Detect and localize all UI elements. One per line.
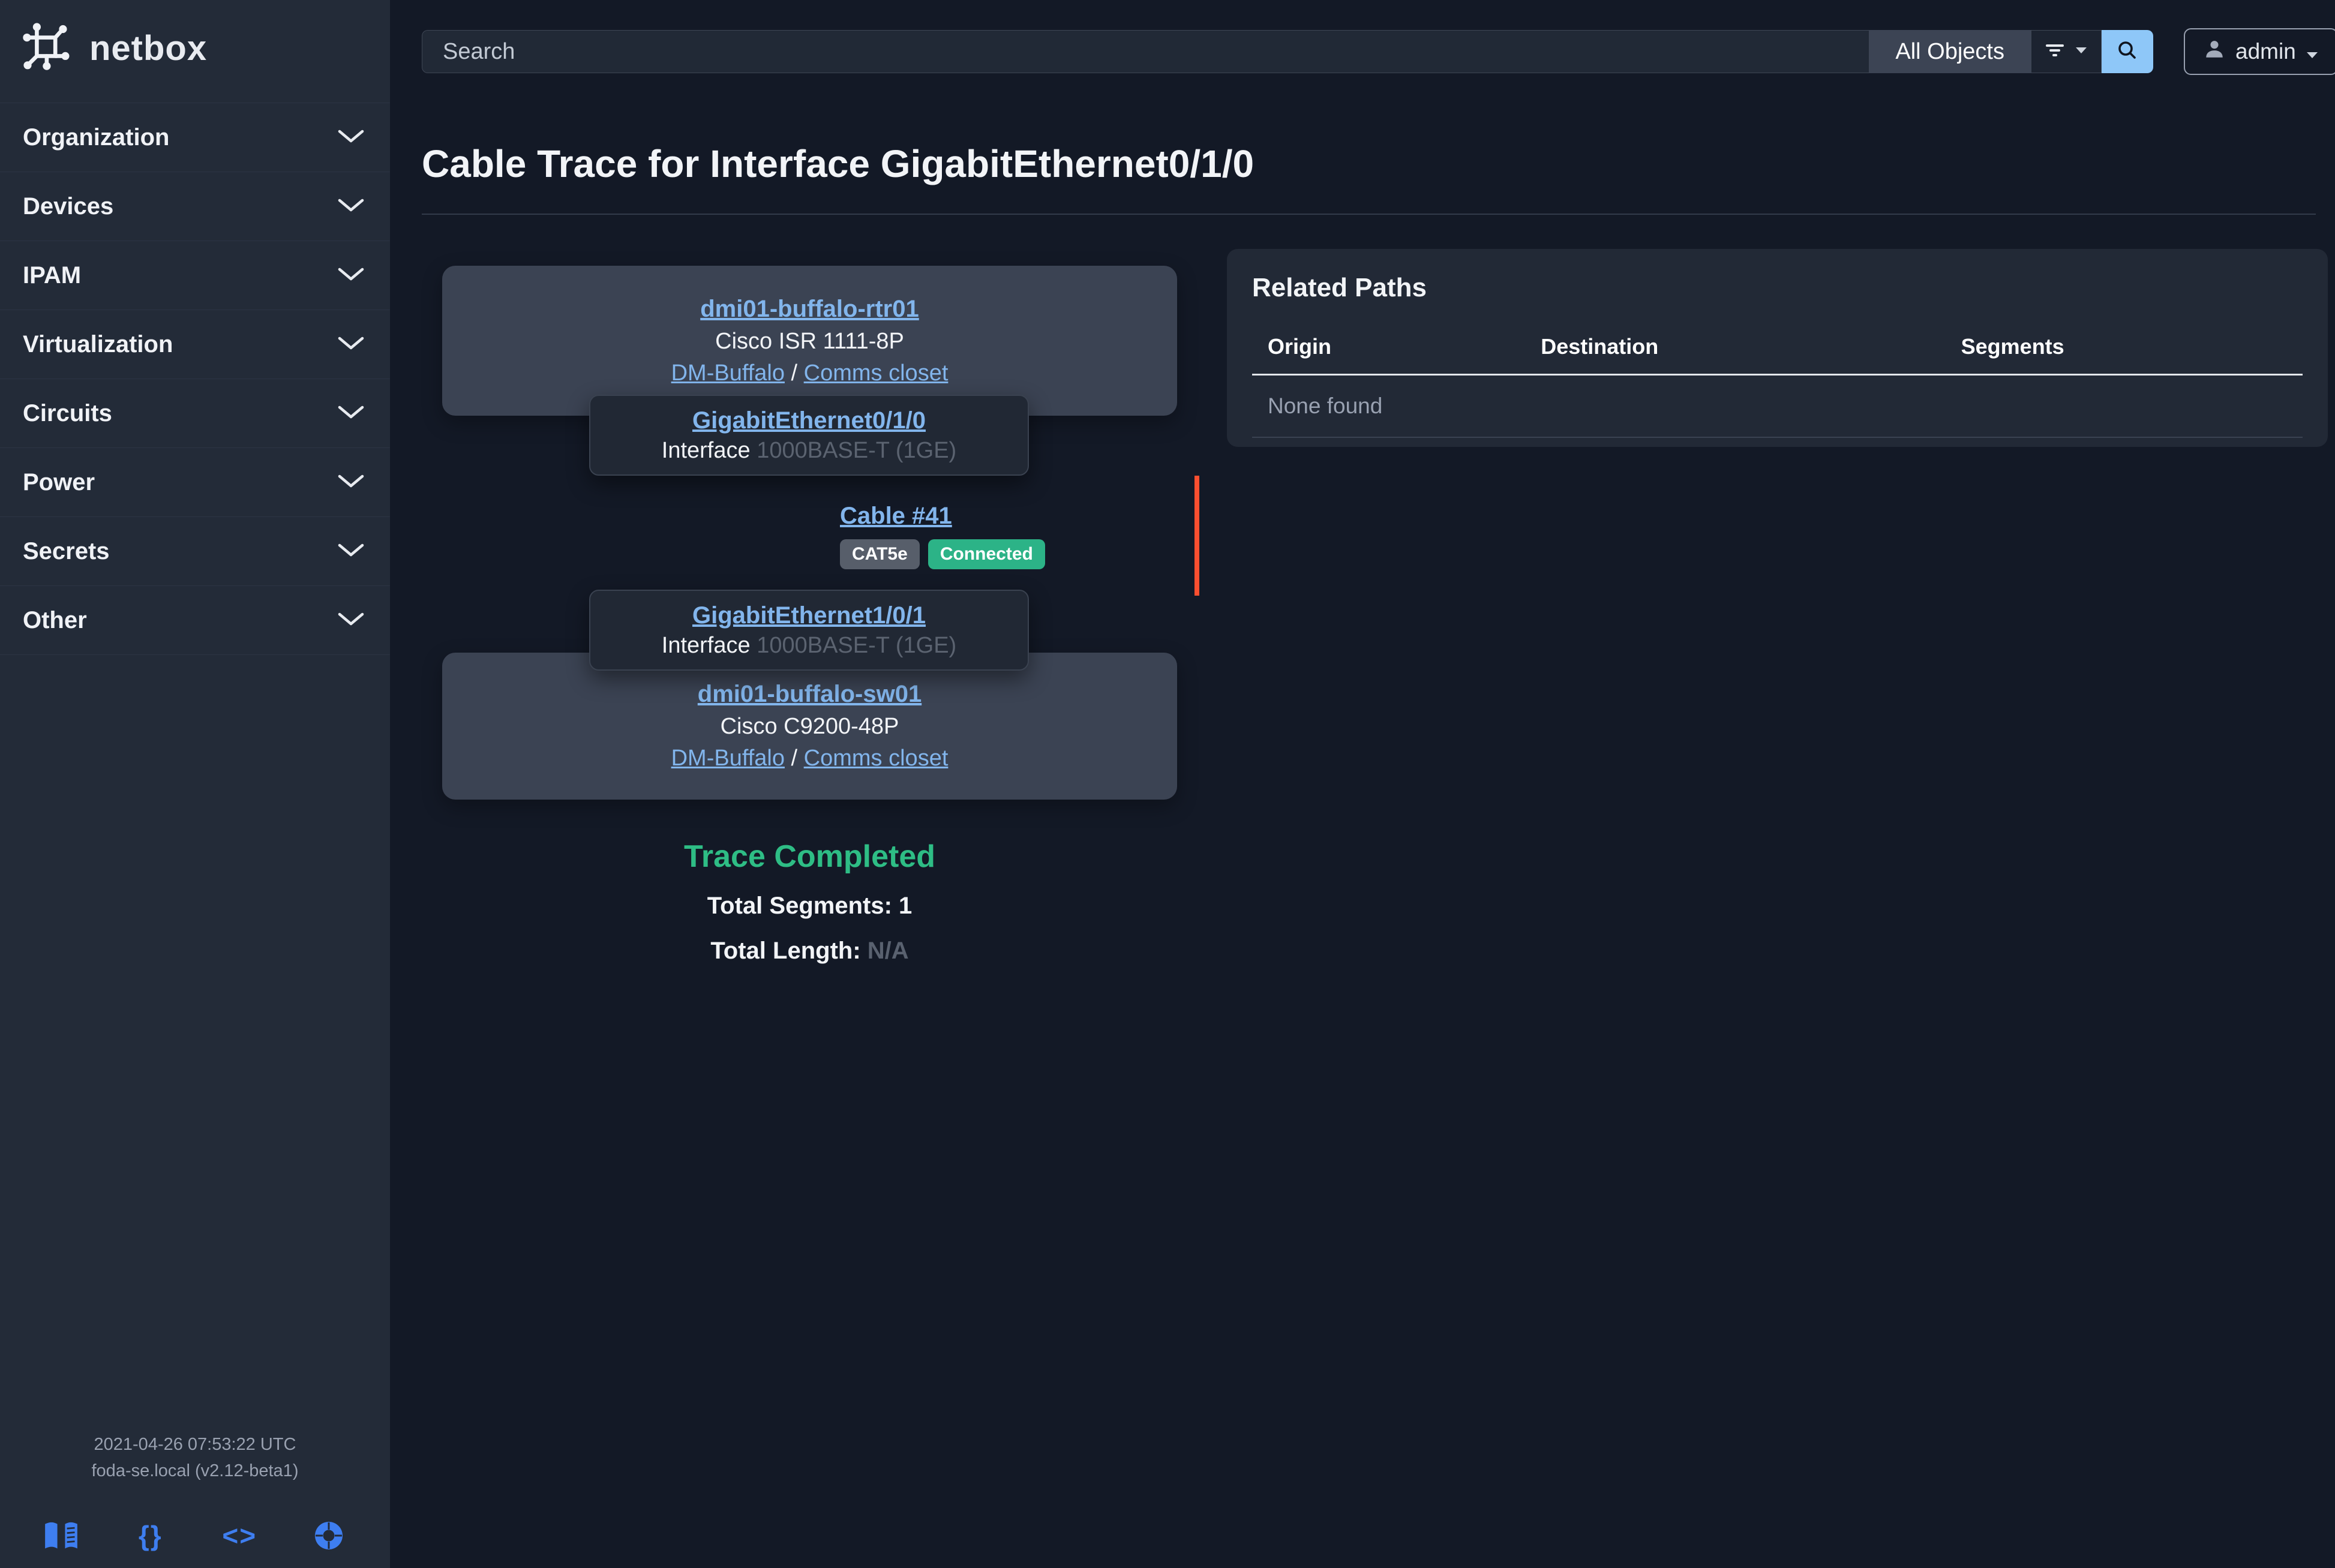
sidebar-item-circuits[interactable]: Circuits bbox=[0, 379, 390, 448]
trace-interface-far: GigabitEthernet1/0/1 Interface 1000BASE-… bbox=[589, 590, 1029, 671]
trace-device-far: dmi01-buffalo-sw01 Cisco C9200-48P DM-Bu… bbox=[442, 653, 1177, 800]
sidebar-item-ipam[interactable]: IPAM bbox=[0, 241, 390, 310]
search-icon bbox=[2115, 38, 2140, 66]
cable-trace-line bbox=[1194, 476, 1199, 596]
cable-badges: CAT5e Connected bbox=[840, 539, 1045, 569]
netbox-logo-icon bbox=[21, 20, 74, 76]
search-input[interactable] bbox=[422, 30, 1869, 73]
main-content: All Objects bbox=[390, 0, 2335, 1568]
chevron-down-icon bbox=[337, 335, 365, 354]
docs-book-icon[interactable] bbox=[17, 1521, 106, 1551]
netbox-logo[interactable]: netbox bbox=[0, 0, 390, 94]
site-link[interactable]: DM-Buffalo bbox=[671, 361, 785, 386]
device-location: DM-Buffalo / Comms closet bbox=[671, 746, 949, 771]
chevron-down-icon bbox=[337, 128, 365, 147]
chevron-down-icon bbox=[337, 197, 365, 216]
sidebar-menu: Organization Devices IPAM Virtualization… bbox=[0, 103, 390, 655]
related-paths-title: Related Paths bbox=[1252, 273, 2303, 303]
sidebar-footer: 2021-04-26 07:53:22 UTC foda-se.local (v… bbox=[0, 1431, 390, 1484]
cable-link[interactable]: Cable #41 bbox=[840, 503, 952, 529]
search-scope-selector[interactable]: All Objects bbox=[1869, 30, 2031, 73]
table-row: None found bbox=[1252, 375, 2303, 438]
sidebar: netbox Organization Devices IPAM Virtual… bbox=[0, 0, 390, 1568]
title-divider bbox=[422, 214, 2316, 215]
column-header-origin: Origin bbox=[1252, 334, 1525, 375]
sidebar-item-power[interactable]: Power bbox=[0, 448, 390, 517]
sidebar-item-secrets[interactable]: Secrets bbox=[0, 517, 390, 586]
interface-type: Interface 1000BASE-T (1GE) bbox=[662, 438, 956, 464]
sidebar-item-virtualization[interactable]: Virtualization bbox=[0, 310, 390, 379]
caret-down-icon bbox=[2075, 46, 2088, 57]
empty-state-text: None found bbox=[1252, 375, 2303, 438]
chevron-down-icon bbox=[337, 473, 365, 492]
device-link[interactable]: dmi01-buffalo-sw01 bbox=[698, 681, 922, 708]
related-paths-panel: Related Paths Origin Destination Segment… bbox=[1227, 249, 2328, 447]
chevron-down-icon bbox=[337, 266, 365, 285]
device-location: DM-Buffalo / Comms closet bbox=[671, 361, 949, 386]
trace-interface-near: GigabitEthernet0/1/0 Interface 1000BASE-… bbox=[589, 395, 1029, 476]
device-link[interactable]: dmi01-buffalo-rtr01 bbox=[700, 296, 919, 323]
search-filter-button[interactable] bbox=[2031, 30, 2102, 73]
trace-device-near: dmi01-buffalo-rtr01 Cisco ISR 1111-8P DM… bbox=[442, 266, 1177, 416]
trace-status: Trace Completed Total Segments: 1 Total … bbox=[442, 839, 1177, 965]
device-model: Cisco ISR 1111-8P bbox=[715, 329, 904, 355]
instance-version: foda-se.local (v2.12-beta1) bbox=[0, 1458, 390, 1484]
search-submit-button[interactable] bbox=[2102, 30, 2153, 73]
global-search-bar: All Objects bbox=[422, 30, 2153, 73]
interface-link[interactable]: GigabitEthernet0/1/0 bbox=[692, 407, 926, 434]
page-title: Cable Trace for Interface GigabitEtherne… bbox=[422, 142, 1254, 186]
sidebar-footer-icons: {} <> bbox=[0, 1519, 390, 1552]
location-link[interactable]: Comms closet bbox=[804, 361, 949, 386]
chevron-down-icon bbox=[337, 404, 365, 423]
caret-down-icon bbox=[2306, 39, 2319, 64]
cable-status-badge: Connected bbox=[928, 539, 1045, 569]
server-timestamp: 2021-04-26 07:53:22 UTC bbox=[0, 1431, 390, 1458]
chevron-down-icon bbox=[337, 611, 365, 630]
column-header-segments: Segments bbox=[1946, 334, 2303, 375]
community-lifebuoy-icon[interactable] bbox=[284, 1519, 374, 1552]
trace-status-heading: Trace Completed bbox=[442, 839, 1177, 875]
cable-type-badge: CAT5e bbox=[840, 539, 920, 569]
user-icon bbox=[2203, 38, 2226, 66]
sidebar-item-other[interactable]: Other bbox=[0, 586, 390, 655]
source-code-icon[interactable]: <> bbox=[195, 1519, 284, 1552]
sidebar-item-organization[interactable]: Organization bbox=[0, 103, 390, 172]
rest-api-braces-icon[interactable]: {} bbox=[106, 1519, 196, 1552]
interface-link[interactable]: GigabitEthernet1/0/1 bbox=[692, 602, 926, 629]
column-header-destination: Destination bbox=[1525, 334, 1945, 375]
trace-total-length: Total Length: N/A bbox=[442, 938, 1177, 965]
cable-info: Cable #41 CAT5e Connected bbox=[840, 503, 1045, 569]
app-title: netbox bbox=[89, 28, 207, 68]
related-paths-table: Origin Destination Segments None found bbox=[1252, 334, 2303, 438]
location-link[interactable]: Comms closet bbox=[804, 746, 949, 771]
trace-total-segments: Total Segments: 1 bbox=[442, 893, 1177, 920]
interface-type: Interface 1000BASE-T (1GE) bbox=[662, 633, 956, 659]
site-link[interactable]: DM-Buffalo bbox=[671, 746, 785, 771]
sidebar-item-devices[interactable]: Devices bbox=[0, 172, 390, 241]
device-model: Cisco C9200-48P bbox=[721, 714, 899, 740]
chevron-down-icon bbox=[337, 542, 365, 561]
filter-icon bbox=[2045, 44, 2065, 60]
user-menu-button[interactable]: admin bbox=[2184, 28, 2335, 75]
